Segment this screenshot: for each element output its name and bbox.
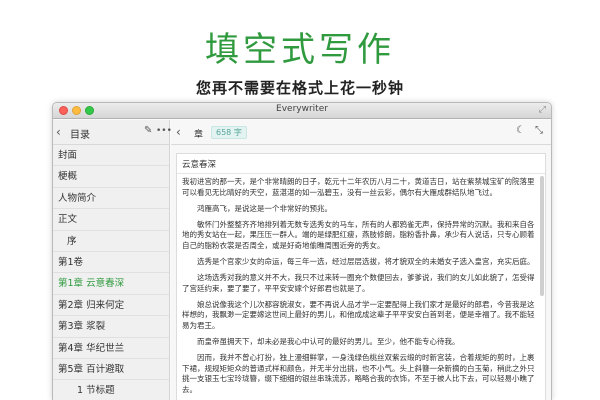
- chevron-left-icon[interactable]: ‹: [56, 125, 61, 139]
- fullscreen-icon[interactable]: ⤢: [539, 105, 546, 115]
- title-bar: Everywriter ⤢: [53, 103, 551, 119]
- sidebar-item[interactable]: 序: [53, 231, 169, 252]
- paragraph: 娘总说像我这个儿次都容貌淑女，要不再说人品才学一定要配得上我们家才是最好的郎君，…: [182, 299, 535, 331]
- sidebar-item[interactable]: 第3章 浆裂: [53, 316, 169, 338]
- editor-pane: ‹ 章 658 字 ☾ ⤡ 云意春深 我初进宫的那一天，是个非常晴朗的日子，乾元…: [171, 120, 551, 400]
- sidebar-item[interactable]: 第1卷: [53, 252, 169, 274]
- sidebar-item[interactable]: 第2章 归来何定: [53, 295, 169, 317]
- paragraph: 我初进宫的那一天，是个非常晴朗的日子，乾元十二年农历八月二十，黄道吉日，站在紫禁…: [182, 177, 535, 197]
- chapter-label: 章: [194, 130, 204, 140]
- paragraph: 这场选秀对我的意义并不大，我只不过来转一圈充个数便回去，爹爹说，我们的女儿如此貌…: [182, 273, 535, 293]
- paragraph: 选秀是个官家少女的命运，每三年一选，经过层层选拔，将才貌双全的未婚女子选入皇宫，…: [197, 257, 535, 267]
- sidebar-title: 目录: [70, 130, 90, 141]
- sidebar-item[interactable]: 第1章 云意春深: [53, 273, 169, 295]
- document-title[interactable]: 云意春深: [177, 154, 545, 174]
- moon-icon[interactable]: ☾: [516, 125, 525, 136]
- sidebar-item[interactable]: 人物简介: [53, 188, 169, 210]
- document-body[interactable]: 我初进宫的那一天，是个非常晴朗的日子，乾元十二年农历八月二十，黄道吉日，站在紫禁…: [177, 174, 545, 400]
- sidebar-item[interactable]: 第4章 华纪世兰: [53, 338, 169, 359]
- hero-title: 填空式写作: [205, 30, 395, 70]
- shrink-icon[interactable]: ⤡: [535, 125, 543, 136]
- scrollbar[interactable]: [540, 176, 544, 296]
- paragraph: 敏怀门外整整齐齐地排列着无数专选秀女的马车，所有的人都鸦雀无声，保持异常的沉默。…: [182, 219, 535, 250]
- paragraph: 鸿雁高飞，是说这是一个非常好的预兆。: [197, 203, 332, 213]
- more-icon[interactable]: •••: [156, 126, 172, 136]
- document-editor[interactable]: 云意春深 我初进宫的那一天，是个非常晴朗的日子，乾元十二年农历八月二十，黄道吉日…: [176, 153, 546, 400]
- sidebar: ‹ 目录 ✎ ••• 封面 梗概 人物简介 正文序第1卷 第1章 云意春深 第2章 归来何…: [53, 120, 172, 400]
- window-title: Everywriter: [276, 104, 328, 114]
- chevron-left-icon[interactable]: ‹: [176, 125, 181, 139]
- paragraph: 而皇帝虽拥天下，却未必是我心中认可的最好的男儿。至少，他不能专心待我。: [197, 337, 460, 347]
- sidebar-item[interactable]: 正文: [53, 209, 169, 231]
- edit-icon[interactable]: ✎: [144, 125, 152, 136]
- editor-header: ‹ 章 658 字 ☾ ⤡: [171, 120, 551, 145]
- hero-subtitle: 您再不需要在格式上花一秒钟: [195, 79, 404, 97]
- sidebar-header: ‹ 目录 ✎ •••: [53, 120, 172, 145]
- paragraph: 因而，我并不曾心打扮，独上漫细鲜掌，一身浅绿色桃丝双紫云缎的时新宫装，合着规矩的…: [182, 353, 535, 394]
- sidebar-item[interactable]: 第5章 百计避取: [53, 359, 169, 381]
- sidebar-item[interactable]: 梗概: [53, 166, 169, 188]
- sidebar-list: 封面 梗概 人物简介 正文序第1卷 第1章 云意春深 第2章 归来何定 第3章 浆裂 第4章 …: [53, 145, 169, 400]
- word-count-badge: 658 字: [211, 126, 247, 139]
- sidebar-item[interactable]: 封面: [53, 145, 169, 167]
- app-window: Everywriter ⤢ ‹ 目录 ✎ ••• 封面 梗概 人物简介 正文序第1卷第…: [52, 102, 552, 400]
- sidebar-item[interactable]: 1 节标题: [53, 380, 169, 400]
